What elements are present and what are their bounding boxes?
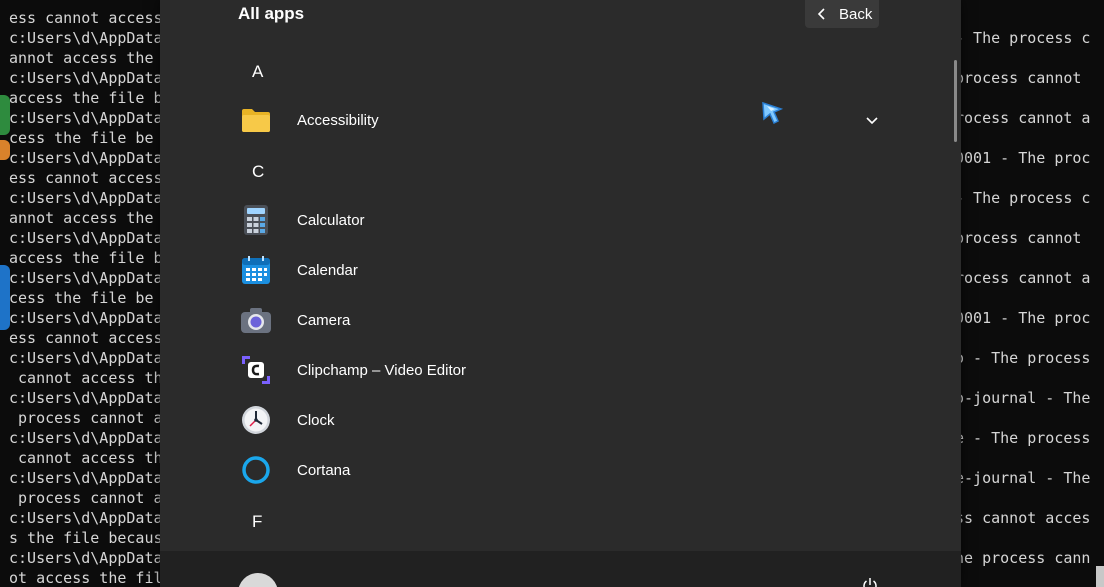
back-button[interactable]: Back — [805, 0, 879, 28]
terminal-line: c:Users\d\AppData — [9, 309, 163, 327]
terminal-line: o - The process — [955, 349, 1091, 367]
terminal-line: c:Users\d\AppData — [9, 509, 163, 527]
folder-icon — [240, 104, 272, 136]
camera-icon — [240, 304, 272, 336]
clock-icon — [240, 404, 272, 436]
chevron-down-icon[interactable] — [865, 113, 879, 127]
app-label: Accessibility — [297, 111, 379, 129]
cortana-icon — [240, 454, 272, 486]
terminal-line: rocess cannot a — [955, 109, 1091, 127]
terminal-line: he process cann — [955, 549, 1091, 567]
start-menu-footer — [160, 551, 961, 587]
screen: ess cannot access c:Users\d\AppData annot … — [0, 0, 1104, 587]
app-label: Calendar — [297, 261, 358, 279]
group-letter-a[interactable]: A — [252, 62, 263, 82]
calendar-icon — [240, 254, 272, 286]
terminal-line: 0001 - The proc — [955, 309, 1091, 327]
app-label: Camera — [297, 311, 351, 329]
desktop-icon-fragment — [0, 95, 10, 135]
app-label: Clock — [297, 411, 335, 429]
terminal-line: c:Users\d\AppData — [9, 349, 163, 367]
group-letter-f[interactable]: F — [252, 512, 262, 532]
app-item-clipchamp[interactable]: Clipchamp – Video Editor — [230, 347, 890, 393]
terminal-line: process cannot a — [9, 489, 163, 507]
terminal-line: c:Users\d\AppData — [9, 189, 163, 207]
terminal-line: e - The process — [955, 429, 1091, 447]
app-item-cortana[interactable]: Cortana — [230, 447, 890, 493]
terminal-output-left: ess cannot access c:Users\d\AppData annot … — [9, 8, 169, 587]
terminal-line: c:Users\d\AppData — [9, 549, 163, 567]
terminal-line: annot access the — [9, 49, 154, 67]
power-icon[interactable] — [862, 577, 878, 587]
cursor-icon — [762, 101, 784, 125]
app-item-clock[interactable]: Clock — [230, 397, 890, 443]
terminal-line: ess cannot access — [9, 9, 163, 27]
terminal-line: c:Users\d\AppData — [9, 469, 163, 487]
terminal-line: ot access the fil — [9, 569, 163, 587]
terminal-line: - The process c — [955, 189, 1091, 207]
app-item-calculator[interactable]: Calculator — [230, 197, 890, 243]
terminal-line: ess cannot access — [9, 329, 163, 347]
terminal-line: process cannot — [955, 229, 1082, 247]
terminal-line: - The process c — [955, 29, 1091, 47]
terminal-line: cannot access th — [9, 449, 163, 467]
app-item-camera[interactable]: Camera — [230, 297, 890, 343]
terminal-line: o-journal - The — [955, 389, 1091, 407]
app-label: Calculator — [297, 211, 365, 229]
app-list-scrollbar[interactable] — [954, 60, 957, 142]
terminal-line: ess cannot access — [9, 169, 163, 187]
terminal-line: c:Users\d\AppData — [9, 229, 163, 247]
all-apps-title: All apps — [238, 4, 305, 23]
terminal-output-right: - The process c process cannot rocess cann… — [955, 28, 1104, 568]
app-item-calendar[interactable]: Calendar — [230, 247, 890, 293]
start-menu: All apps Back A C F Accessibility Calcul… — [160, 0, 961, 587]
terminal-line: c:Users\d\AppData — [9, 429, 163, 447]
terminal-line: c:Users\d\AppData — [9, 69, 163, 87]
terminal-line: s the file becaus — [9, 529, 163, 547]
app-label: Clipchamp – Video Editor — [297, 361, 466, 379]
calculator-icon — [240, 204, 272, 236]
avatar[interactable] — [238, 573, 278, 587]
terminal-line: process cannot a — [9, 409, 163, 427]
desktop-icon-fragment — [0, 140, 10, 160]
terminal-line: cess the file be — [9, 129, 154, 147]
clipchamp-icon — [240, 354, 272, 386]
app-item-accessibility[interactable]: Accessibility — [230, 97, 890, 143]
terminal-line: c:Users\d\AppData — [9, 149, 163, 167]
terminal-line: e-journal - The — [955, 469, 1091, 487]
terminal-line: access the file b — [9, 249, 163, 267]
chevron-left-icon — [817, 8, 825, 20]
terminal-line: access the file b — [9, 89, 163, 107]
terminal-line: c:Users\d\AppData — [9, 389, 163, 407]
terminal-line: c:Users\d\AppData — [9, 109, 163, 127]
terminal-scrollbar-thumb[interactable] — [1096, 566, 1104, 587]
desktop-icon-fragment — [0, 265, 10, 330]
terminal-line: cannot access th — [9, 369, 163, 387]
terminal-line: process cannot — [955, 69, 1082, 87]
terminal-line: c:Users\d\AppData — [9, 29, 163, 47]
terminal-line: c:Users\d\AppData — [9, 269, 163, 287]
terminal-line: ss cannot acces — [955, 509, 1091, 527]
app-label: Cortana — [297, 461, 351, 479]
terminal-line: 0001 - The proc — [955, 149, 1091, 167]
terminal-line: cess the file be — [9, 289, 154, 307]
back-button-label: Back — [839, 5, 873, 23]
terminal-line: rocess cannot a — [955, 269, 1091, 287]
terminal-line: annot access the — [9, 209, 154, 227]
group-letter-c[interactable]: C — [252, 162, 264, 182]
